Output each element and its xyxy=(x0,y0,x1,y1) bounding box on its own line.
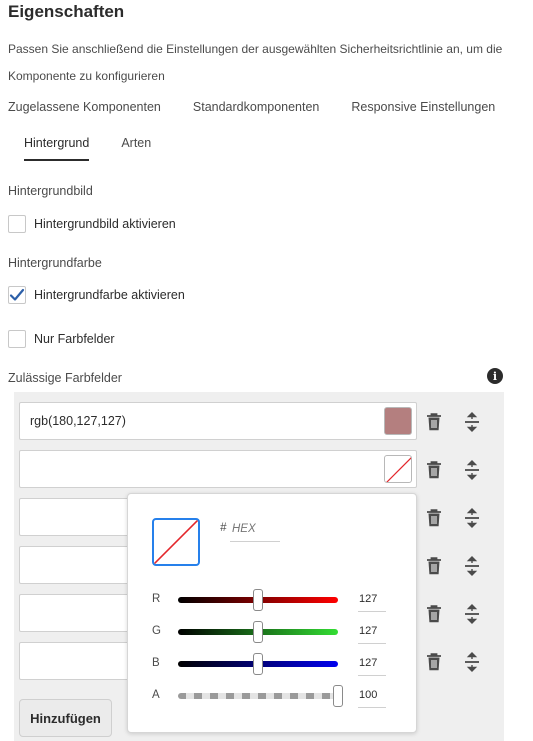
tab-default-components[interactable]: Standardkomponenten xyxy=(193,100,319,114)
trash-icon[interactable] xyxy=(425,460,443,480)
channel-value-r[interactable]: 127 xyxy=(358,588,386,612)
swatch-row xyxy=(19,450,417,488)
trash-icon[interactable] xyxy=(425,412,443,432)
swatch-row: rgb(180,127,127) xyxy=(19,402,417,440)
trash-icon[interactable] xyxy=(425,508,443,528)
subtab-bar: Hintergrund Arten xyxy=(24,136,183,161)
slider-r-thumb[interactable] xyxy=(252,589,263,611)
slider-a-thumb[interactable] xyxy=(333,685,343,707)
reorder-icon[interactable] xyxy=(463,604,481,624)
empty-color-icon xyxy=(154,520,198,564)
trash-icon[interactable] xyxy=(425,652,443,672)
reorder-icon[interactable] xyxy=(463,556,481,576)
checkbox-box[interactable] xyxy=(8,330,26,348)
background-color-checkbox-label: Hintergrundfarbe aktivieren xyxy=(34,288,185,302)
tab-allowed-components[interactable]: Zugelassene Komponenten xyxy=(8,100,161,114)
only-swatches-checkbox[interactable]: Nur Farbfelder xyxy=(8,330,115,348)
tab-bar: Zugelassene Komponenten Standardkomponen… xyxy=(8,100,495,114)
channel-label-a: A xyxy=(152,689,160,701)
trash-icon[interactable] xyxy=(425,604,443,624)
page-title: Eigenschaften xyxy=(8,2,125,21)
only-swatches-checkbox-label: Nur Farbfelder xyxy=(34,332,115,346)
channel-label-r: R xyxy=(152,593,161,605)
slider-g-thumb[interactable] xyxy=(252,621,263,643)
background-color-checkbox[interactable]: Hintergrundfarbe aktivieren xyxy=(8,286,185,304)
channel-label-g: G xyxy=(152,625,161,637)
empty-color-icon xyxy=(386,457,411,482)
reorder-icon[interactable] xyxy=(463,652,481,672)
reorder-icon[interactable] xyxy=(463,412,481,432)
channel-label-b: B xyxy=(152,657,160,669)
checkbox-box-checked[interactable] xyxy=(8,286,26,304)
slider-b-thumb[interactable] xyxy=(252,653,263,675)
background-color-section-label: Hintergrundfarbe xyxy=(8,256,102,270)
channel-value-g[interactable]: 127 xyxy=(358,620,386,644)
subtab-styles[interactable]: Arten xyxy=(121,136,151,161)
slider-a-track[interactable] xyxy=(178,693,338,699)
swatch-preview[interactable] xyxy=(384,407,412,435)
swatch-value: rgb(180,127,127) xyxy=(30,414,126,428)
reorder-icon[interactable] xyxy=(463,508,481,528)
trash-icon[interactable] xyxy=(425,556,443,576)
subtab-background[interactable]: Hintergrund xyxy=(24,136,90,161)
background-image-checkbox[interactable]: Hintergrundbild aktivieren xyxy=(8,215,176,233)
page-description: Passen Sie anschließend die Einstellunge… xyxy=(8,42,503,83)
tab-responsive-settings[interactable]: Responsive Einstellungen xyxy=(351,100,495,114)
info-icon[interactable]: i xyxy=(487,368,503,384)
color-picker-popover: # R 127 G 127 B 127 A 100 xyxy=(127,493,417,733)
background-image-checkbox-label: Hintergrundbild aktivieren xyxy=(34,217,176,231)
channel-value-b[interactable]: 127 xyxy=(358,652,386,676)
channel-value-a[interactable]: 100 xyxy=(358,684,386,708)
add-button[interactable]: Hinzufügen xyxy=(19,699,112,737)
hex-prefix: # xyxy=(220,522,227,534)
color-preview[interactable] xyxy=(152,518,200,566)
checkmark-icon xyxy=(9,288,25,301)
empty-swatch-preview[interactable] xyxy=(384,455,412,483)
allowed-swatches-label: Zulässige Farbfelder xyxy=(8,371,122,385)
checkbox-box[interactable] xyxy=(8,215,26,233)
hex-input[interactable] xyxy=(230,516,280,542)
reorder-icon[interactable] xyxy=(463,460,481,480)
background-image-section-label: Hintergrundbild xyxy=(8,184,93,198)
